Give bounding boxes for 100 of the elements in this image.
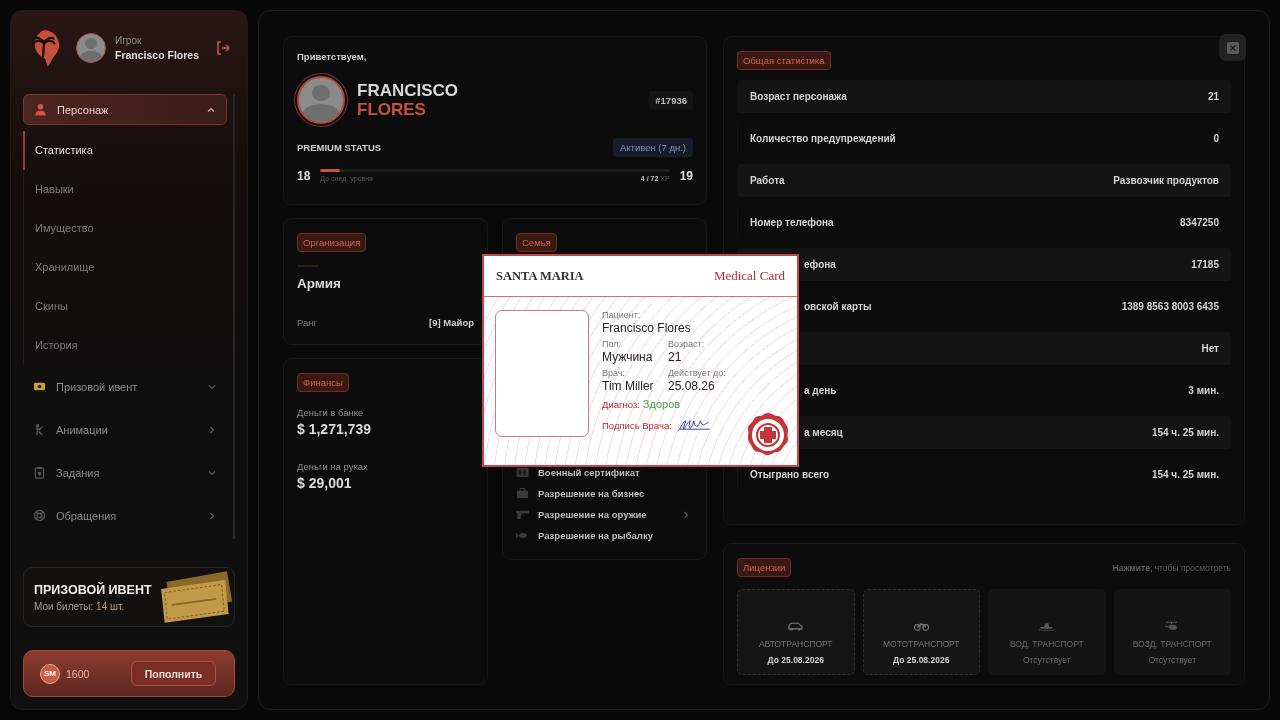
submenu-item[interactable]: Статистика <box>23 131 227 170</box>
close-button[interactable] <box>1219 34 1246 61</box>
field-value: Мужчина <box>602 350 654 364</box>
person-icon <box>34 103 47 116</box>
briefcase-icon <box>516 488 529 499</box>
certificate-icon <box>516 467 529 478</box>
stat-value: 3 мин. <box>1188 385 1219 396</box>
document-item[interactable]: Разрешение на оружие <box>516 505 693 524</box>
lifebuoy-icon <box>33 509 46 522</box>
menu-item[interactable]: Анимации <box>23 408 227 451</box>
card-brand: SANTA MARIA <box>496 268 584 284</box>
chevron-right-icon <box>207 424 217 435</box>
user-name: Francisco Flores <box>115 49 200 61</box>
chevron-right-icon <box>681 509 691 520</box>
stat-label: а месяц <box>804 427 843 438</box>
promo-title: ПРИЗОВОЙ ИВЕНТ <box>34 582 152 597</box>
top-up-button[interactable]: Пополнить <box>131 661 216 686</box>
stat-value: 21 <box>1207 91 1219 102</box>
license-tile[interactable]: ВОД. ТРАНСПОРТ Отсутствует <box>988 589 1106 675</box>
card-title: Medical Card <box>713 268 785 284</box>
fish-icon <box>516 530 529 541</box>
field-value: Tim Miller <box>602 379 655 393</box>
first-name: FRANCISCO <box>357 81 459 100</box>
license-name: ВОД. ТРАНСПОРТ <box>1009 639 1084 649</box>
license-status: Отсутствует <box>1022 655 1071 665</box>
license-status: До 25.08.2026 <box>767 655 824 665</box>
user-role: Игрок <box>115 35 143 46</box>
avatar-icon <box>76 33 106 63</box>
field-label: Врач: <box>602 368 626 378</box>
submenu-item[interactable]: История <box>23 326 227 365</box>
promo-card[interactable]: ПРИЗОВОЙ ИВЕНТ Мои билеты: 14 шт. <box>23 567 235 627</box>
signature-label: Подпись Врача: <box>602 420 672 431</box>
field-label: Пациент: <box>602 310 642 320</box>
clipboard-icon <box>33 466 46 479</box>
logout-icon[interactable] <box>215 40 231 56</box>
balance-amount: 1600 <box>66 667 90 680</box>
ticket-icon <box>33 380 46 393</box>
menu-item[interactable]: Задания <box>23 451 227 494</box>
money-value: $ 29,001 <box>297 475 353 491</box>
submenu-item[interactable]: Навыки <box>23 170 227 209</box>
dancer-icon <box>33 423 46 436</box>
premium-badge: Активен (7 дн.) <box>612 138 693 157</box>
submenu-item[interactable]: Хранилище <box>23 248 227 287</box>
stat-value: 1389 8563 8003 6435 <box>1121 301 1219 312</box>
license-status: До 25.08.2026 <box>893 655 950 665</box>
menu-item[interactable]: Обращения <box>23 494 227 537</box>
stat-value: 17185 <box>1191 259 1219 270</box>
stat-label: Отыграно всего <box>750 469 830 480</box>
stat-value: 154 ч. 25 мин. <box>1151 469 1219 480</box>
section-badge: Финансы <box>297 373 349 392</box>
stat-label: а день <box>804 385 837 396</box>
money-value: $ 1,271,739 <box>297 421 372 437</box>
organization-name: Армия <box>297 276 342 291</box>
player-id-tag: #17936 <box>649 90 693 110</box>
avatar-icon <box>297 76 345 124</box>
license-name: МОТОТРАНСПОРТ <box>882 639 960 649</box>
submenu-item[interactable]: Скины <box>23 287 227 326</box>
license-name: АВТОТРАНСПОРТ <box>758 639 833 649</box>
stat-label: Работа <box>750 175 785 186</box>
stat-value: 0 <box>1213 133 1219 144</box>
signature-drawing <box>676 419 711 432</box>
helicopter-icon <box>1164 621 1180 631</box>
chevron-right-icon <box>207 510 217 521</box>
license-tile[interactable]: АВТОТРАНСПОРТ До 25.08.2026 <box>737 589 855 675</box>
medical-seal-icon <box>745 412 791 458</box>
document-item[interactable]: Разрешение на рыбалку <box>516 526 693 545</box>
premium-label: PREMIUM STATUS <box>297 142 382 153</box>
field-value: Francisco Flores <box>602 321 692 335</box>
document-item[interactable]: Военный сертификат <box>516 463 693 482</box>
rank-label: Ранг <box>297 317 318 328</box>
license-status: Отсутствует <box>1148 655 1197 665</box>
stat-label: овской карты <box>804 301 872 312</box>
field-label: Возраст: <box>668 339 706 349</box>
section-badge: Общая статистика <box>737 51 831 70</box>
stat-label: ефона <box>804 259 836 270</box>
stat-value: Нет <box>1201 343 1219 354</box>
coin-icon: SM <box>40 663 60 684</box>
menu-item[interactable]: Призовой ивент <box>23 365 227 408</box>
license-name: ВОЗД. ТРАНСПОРТ <box>1132 639 1212 649</box>
menu-item[interactable]: Персонаж <box>23 94 227 125</box>
tickets-count: 14 шт. <box>96 600 125 612</box>
field-label: Действует до: <box>668 368 727 378</box>
stat-value: 154 ч. 25 мин. <box>1151 427 1219 438</box>
money-label: Деньги на руках <box>297 461 369 472</box>
car-icon <box>788 621 804 631</box>
document-item[interactable]: Разрешение на бизнес <box>516 484 693 503</box>
close-icon <box>1226 41 1239 54</box>
license-tile[interactable]: ВОЗД. ТРАНСПОРТ Отсутствует <box>1113 589 1231 675</box>
greeting: Приветствуем, <box>297 51 368 62</box>
stat-label: Возраст персонажа <box>750 91 847 102</box>
stat-value: Развозчик продуктов <box>1113 175 1219 186</box>
section-badge: Лицензии <box>737 558 792 577</box>
license-tile[interactable]: МОТОТРАНСПОРТ До 25.08.2026 <box>862 589 980 675</box>
current-level: 18 <box>297 169 311 183</box>
next-level: 19 <box>679 169 693 183</box>
field-label: Пол: <box>602 339 623 349</box>
licenses-hint: Нажмите, чтобы просмотреть <box>1112 562 1231 573</box>
money-label: Деньги в банке <box>297 407 365 418</box>
submenu-item[interactable]: Имущество <box>23 209 227 248</box>
rank-value: [9] Майор <box>429 317 474 328</box>
